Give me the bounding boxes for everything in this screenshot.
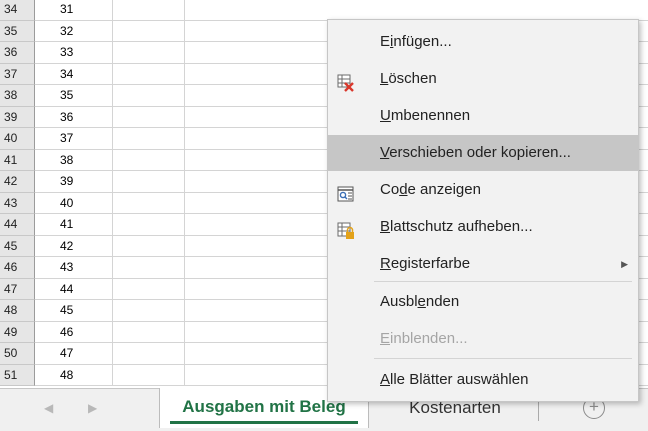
menu-item-label: Blattschutz aufheben... — [380, 218, 533, 235]
cell[interactable] — [113, 192, 185, 214]
row-header[interactable]: 40 — [0, 128, 35, 150]
cell[interactable] — [113, 300, 185, 322]
cell[interactable] — [185, 0, 648, 21]
unprotect-sheet-icon — [337, 218, 355, 239]
row-header[interactable]: 46 — [0, 257, 35, 279]
menu-item-label: Einblenden... — [380, 330, 468, 347]
menu-item-label: Registerfarbe — [380, 255, 471, 272]
delete-sheet-icon — [337, 70, 355, 92]
cell[interactable] — [113, 128, 185, 150]
cell[interactable]: 36 — [35, 106, 113, 128]
menu-item-einblenden[interactable]: Einblenden... — [328, 321, 638, 357]
cell[interactable] — [113, 214, 185, 236]
cell[interactable]: 47 — [35, 343, 113, 365]
menu-item-blattschutz-aufheben[interactable]: Blattschutz aufheben... — [328, 209, 638, 245]
menu-item-löschen[interactable]: Löschen — [328, 61, 638, 97]
access-key: e — [417, 293, 426, 310]
cell[interactable] — [113, 63, 185, 85]
cell[interactable]: 32 — [35, 20, 113, 42]
row-header[interactable]: 51 — [0, 364, 35, 386]
cell[interactable]: 42 — [35, 235, 113, 257]
menu-item-umbenennen[interactable]: Umbenennen — [328, 98, 638, 134]
cell[interactable]: 39 — [35, 171, 113, 193]
row-header[interactable]: 50 — [0, 343, 35, 365]
row-header[interactable]: 47 — [0, 278, 35, 300]
menu-item-label: Löschen — [380, 70, 437, 87]
access-key: B — [380, 218, 391, 235]
menu-separator — [374, 358, 632, 359]
cell[interactable]: 33 — [35, 42, 113, 64]
access-key: A — [380, 371, 391, 388]
row-header[interactable]: 45 — [0, 235, 35, 257]
access-key: E — [380, 330, 391, 347]
cell[interactable]: 44 — [35, 278, 113, 300]
access-key: U — [380, 107, 391, 124]
row-header[interactable]: 35 — [0, 20, 35, 42]
scroll-tabs-left-icon[interactable]: ◀ — [44, 401, 53, 415]
menu-item-label: Verschieben oder kopieren... — [380, 144, 571, 161]
menu-item-ausblenden[interactable]: Ausblenden — [328, 284, 638, 320]
cell[interactable] — [113, 20, 185, 42]
cell[interactable] — [113, 171, 185, 193]
menu-item-registerfarbe[interactable]: Registerfarbe ▶ — [328, 246, 638, 282]
menu-item-label: Umbenennen — [380, 107, 471, 124]
menu-separator — [374, 281, 632, 282]
cell[interactable] — [113, 106, 185, 128]
row-header[interactable]: 39 — [0, 106, 35, 128]
cell[interactable] — [113, 85, 185, 107]
menu-item-alle-blätter-auswählen[interactable]: Alle Blätter auswählen — [328, 362, 638, 398]
row-header[interactable]: 43 — [0, 192, 35, 214]
row-header[interactable]: 42 — [0, 171, 35, 193]
view-code-icon — [337, 181, 355, 202]
cell[interactable] — [113, 149, 185, 171]
scroll-tabs-right-icon[interactable]: ▶ — [88, 401, 97, 415]
row-header[interactable]: 41 — [0, 149, 35, 171]
cell[interactable]: 37 — [35, 128, 113, 150]
cell[interactable] — [113, 278, 185, 300]
menu-item-code-anzeigen[interactable]: Code anzeigen — [328, 172, 638, 208]
access-key: R — [380, 255, 391, 272]
menu-item-label: Ausblenden — [380, 293, 460, 310]
cell[interactable]: 41 — [35, 214, 113, 236]
cell[interactable]: 45 — [35, 300, 113, 322]
menu-item-label: Code anzeigen — [380, 181, 481, 198]
row-header[interactable]: 38 — [0, 85, 35, 107]
cell[interactable]: 43 — [35, 257, 113, 279]
menu-item-label: Alle Blätter auswählen — [380, 371, 529, 388]
row-header[interactable]: 37 — [0, 63, 35, 85]
access-key: d — [399, 181, 408, 198]
cell[interactable] — [113, 235, 185, 257]
cell[interactable]: 34 — [35, 63, 113, 85]
cell[interactable]: 31 — [35, 0, 113, 21]
cell[interactable] — [113, 257, 185, 279]
table-row: 34 31 — [0, 0, 648, 21]
row-header[interactable]: 48 — [0, 300, 35, 322]
submenu-arrow-icon: ▶ — [621, 259, 628, 269]
row-header[interactable]: 49 — [0, 321, 35, 343]
cell[interactable] — [113, 364, 185, 386]
cell[interactable] — [113, 343, 185, 365]
cell[interactable]: 40 — [35, 192, 113, 214]
menu-item-einfügen[interactable]: Einfügen... — [328, 24, 638, 60]
cell[interactable]: 46 — [35, 321, 113, 343]
cell[interactable]: 35 — [35, 85, 113, 107]
sheet-tab-context-menu: Einfügen... Löschen Umbenennen Verschieben… — [327, 19, 639, 402]
cell[interactable]: 38 — [35, 149, 113, 171]
row-header[interactable]: 34 — [0, 0, 35, 21]
tab-divider — [538, 399, 539, 421]
row-header[interactable]: 36 — [0, 42, 35, 64]
cell[interactable] — [113, 42, 185, 64]
menu-item-label: Einfügen... — [380, 33, 452, 50]
row-header[interactable]: 44 — [0, 214, 35, 236]
active-tab-underline — [170, 421, 358, 424]
access-key: V — [380, 144, 390, 161]
cell[interactable] — [113, 0, 185, 21]
menu-item-verschieben-oder-kopieren[interactable]: Verschieben oder kopieren... — [328, 135, 638, 171]
cell[interactable] — [113, 321, 185, 343]
cell[interactable]: 48 — [35, 364, 113, 386]
sheet-tab-label: Ausgaben mit Beleg — [182, 397, 346, 416]
